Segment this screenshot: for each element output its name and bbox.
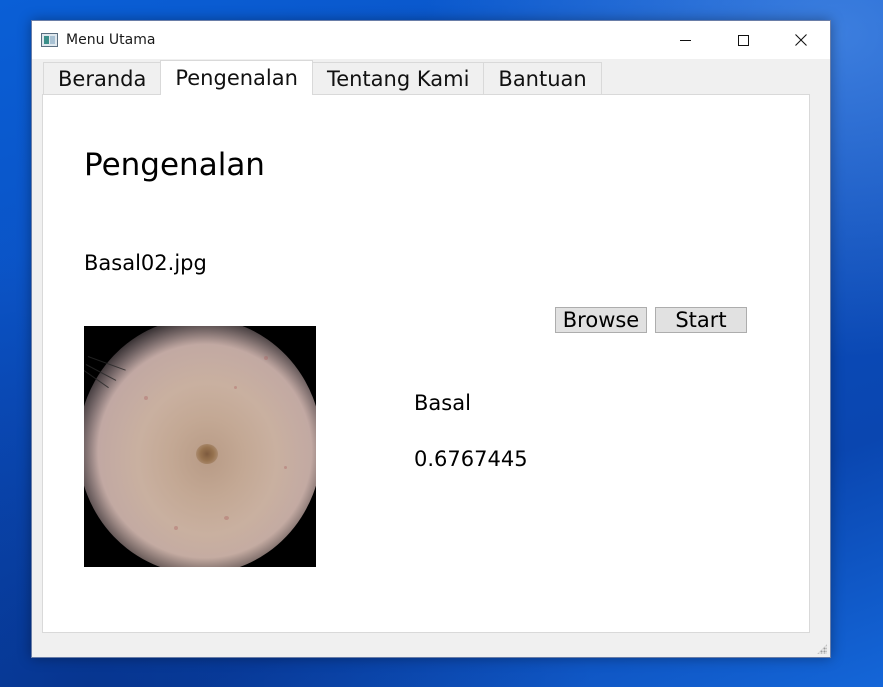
tab-bar: Beranda Pengenalan Tentang Kami Bantuan — [43, 60, 602, 95]
skin-spot — [284, 466, 287, 469]
close-button[interactable] — [772, 21, 830, 59]
resize-grip[interactable] — [817, 644, 827, 654]
skin-spot — [224, 516, 229, 520]
result-class-label: Basal — [414, 391, 471, 415]
lesion-spot — [196, 444, 218, 464]
minimize-icon — [679, 39, 691, 41]
result-score-label: 0.6767445 — [414, 447, 528, 471]
main-window: Menu Utama Beranda Pengenalan Tentang Ka… — [31, 20, 831, 658]
skin-spot — [174, 526, 178, 530]
browse-button[interactable]: Browse — [555, 307, 647, 333]
tab-tentang-kami[interactable]: Tentang Kami — [311, 62, 485, 95]
tab-bantuan[interactable]: Bantuan — [483, 62, 602, 95]
maximize-icon — [737, 34, 749, 46]
tab-panel-pengenalan: Pengenalan Basal02.jpg Browse Start Basa… — [42, 94, 810, 633]
tab-beranda[interactable]: Beranda — [43, 62, 162, 95]
title-bar[interactable]: Menu Utama — [32, 21, 830, 59]
start-button[interactable]: Start — [655, 307, 747, 333]
page-title: Pengenalan — [84, 147, 265, 183]
minimize-button[interactable] — [656, 21, 714, 59]
skin-image-preview — [84, 326, 316, 567]
window-title: Menu Utama — [66, 32, 156, 48]
app-window-icon — [41, 33, 58, 47]
skin-spot — [144, 396, 148, 400]
tab-pengenalan[interactable]: Pengenalan — [160, 60, 313, 95]
maximize-button[interactable] — [714, 21, 772, 59]
close-icon — [795, 34, 807, 46]
file-name-label: Basal02.jpg — [84, 251, 207, 275]
skin-spot — [264, 356, 268, 360]
skin-spot — [234, 386, 237, 389]
